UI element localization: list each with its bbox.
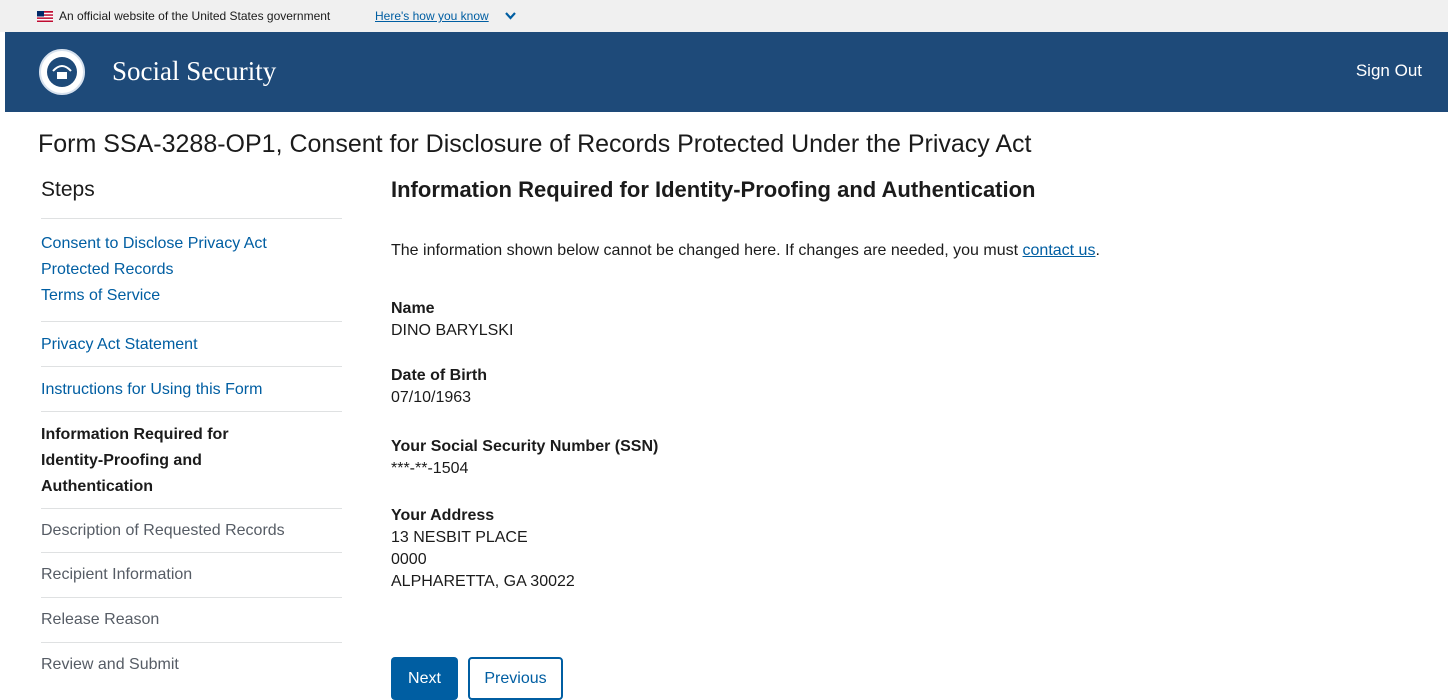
gov-banner: An official website of the United States… <box>0 0 1448 32</box>
page-title: Form SSA-3288-OP1, Consent for Disclosur… <box>38 130 1032 158</box>
dob-value: 07/10/1963 <box>391 389 472 406</box>
contact-us-link[interactable]: contact us <box>1023 242 1096 259</box>
steps-heading: Steps <box>41 175 342 219</box>
intro-period: . <box>1095 242 1100 259</box>
how-you-know-link[interactable]: Here's how you know <box>375 9 489 23</box>
step-consent-label-2[interactable]: Protected Records <box>41 257 342 283</box>
step-current-label: Information Required for <box>41 426 229 443</box>
section-title: Information Required for Identity-Proofi… <box>391 177 1036 202</box>
chevron-down-icon[interactable] <box>505 12 516 20</box>
step-terms-label[interactable]: Terms of Service <box>41 283 342 309</box>
ssn-field: Your Social Security Number (SSN) ***-**… <box>391 436 658 480</box>
intro-text: The information shown below cannot be ch… <box>391 242 1100 260</box>
ssn-value: ***-**-1504 <box>391 460 469 477</box>
site-title[interactable]: Social Security <box>112 56 276 87</box>
step-recipient-information: Recipient Information <box>41 553 342 598</box>
steps-sidebar: Steps Consent to Disclose Privacy Act Pr… <box>41 175 342 687</box>
address-line-2: 0000 <box>391 551 427 568</box>
step-identity-proofing-current: Information Required for Identity-Proofi… <box>41 412 342 509</box>
step-instructions[interactable]: Instructions for Using this Form <box>41 367 342 412</box>
step-instructions-label[interactable]: Instructions for Using this Form <box>41 377 342 403</box>
address-label: Your Address <box>391 507 495 524</box>
step-review-submit: Review and Submit <box>41 643 342 687</box>
main-content: Information Required for Identity-Proofi… <box>391 175 1391 590</box>
intro-sentence: The information shown below cannot be ch… <box>391 242 1023 259</box>
previous-button[interactable]: Previous <box>468 657 563 700</box>
seal-emblem-icon <box>47 57 77 87</box>
address-field: Your Address 13 NESBIT PLACE 0000 ALPHAR… <box>391 505 575 593</box>
step-privacy-act-statement[interactable]: Privacy Act Statement <box>41 322 342 367</box>
site-header: Social Security Sign Out <box>5 32 1448 112</box>
step-review-label: Review and Submit <box>41 656 179 673</box>
name-field: Name DINO BARYLSKI <box>391 298 513 342</box>
us-flag-icon <box>37 11 53 22</box>
step-description-records: Description of Requested Records <box>41 509 342 553</box>
step-recipient-label: Recipient Information <box>41 566 193 583</box>
ssa-seal-logo[interactable] <box>39 49 85 95</box>
step-consent-label[interactable]: Consent to Disclose Privacy Act <box>41 231 342 257</box>
name-value: DINO BARYLSKI <box>391 322 514 339</box>
address-line-3: ALPHARETTA, GA 30022 <box>391 573 575 590</box>
dob-field: Date of Birth 07/10/1963 <box>391 365 487 409</box>
step-current-label-3: Authentication <box>41 478 153 495</box>
name-label: Name <box>391 300 435 317</box>
step-privacy-label[interactable]: Privacy Act Statement <box>41 332 342 358</box>
step-consent-terms[interactable]: Consent to Disclose Privacy Act Protecte… <box>41 219 342 322</box>
ssn-label: Your Social Security Number (SSN) <box>391 438 659 455</box>
next-button[interactable]: Next <box>391 657 458 700</box>
step-release-reason: Release Reason <box>41 598 342 643</box>
step-description-label: Description of Requested Records <box>41 522 285 539</box>
address-line-1: 13 NESBIT PLACE <box>391 529 528 546</box>
step-release-label: Release Reason <box>41 611 160 628</box>
step-current-label-2: Identity-Proofing and <box>41 452 202 469</box>
official-site-text: An official website of the United States… <box>59 9 331 23</box>
sign-out-link[interactable]: Sign Out <box>1356 61 1422 81</box>
dob-label: Date of Birth <box>391 367 487 384</box>
